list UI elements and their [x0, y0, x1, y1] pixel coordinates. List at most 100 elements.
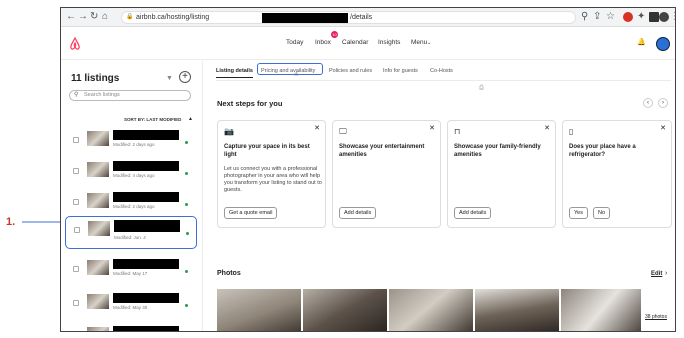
url-suffix: /details — [350, 14, 373, 21]
lock-icon: 🔒 — [126, 14, 134, 20]
photo-thumbnail[interactable] — [389, 289, 473, 331]
photos-title: Photos — [217, 270, 241, 277]
browser-menu-icon[interactable]: ⋮ — [670, 11, 675, 23]
yes-button[interactable]: Yes — [569, 207, 588, 219]
tab-co-hosts[interactable]: Co-Hosts — [430, 68, 453, 74]
listing-checkbox[interactable] — [73, 168, 79, 174]
crib-icon: ⊓ — [454, 127, 461, 136]
photo-thumbnail[interactable] — [303, 289, 387, 331]
nav-today[interactable]: Today — [286, 39, 303, 46]
listing-thumbnail — [87, 162, 109, 177]
fridge-icon: ▯ — [569, 127, 574, 136]
photo-thumbnail[interactable] — [475, 289, 559, 331]
listing-checkbox[interactable] — [73, 137, 79, 143]
nav-insights[interactable]: Insights — [378, 39, 400, 46]
forward-icon[interactable]: → — [78, 11, 88, 23]
get-quote-email-button[interactable]: Get a quote email — [224, 207, 278, 219]
site-header: Today Inbox 10 Calendar Insights Menu ⌄ … — [61, 28, 675, 60]
add-details-button[interactable]: Add details — [454, 207, 492, 219]
listing-row-selected[interactable]: Modified: Jun. 4 — [65, 216, 197, 249]
close-icon[interactable]: ✕ — [314, 124, 320, 132]
tab-listing-details[interactable]: Listing details — [216, 68, 253, 78]
card-title: Showcase your family-friendly amenities — [454, 144, 541, 158]
photos-edit-link[interactable]: Edit — [651, 271, 662, 277]
filter-icon[interactable]: ▼ — [166, 75, 173, 82]
card-title: Does your place have a refrigerator? — [569, 144, 636, 158]
card-title: Capture your space in its best light — [224, 144, 310, 158]
address-bar[interactable]: 🔒 airbnb.ca/hosting/listing /details — [121, 11, 576, 24]
profile-icon[interactable] — [659, 12, 669, 22]
add-listing-button[interactable]: + — [179, 71, 191, 83]
tab-policies-rules[interactable]: Policies and rules — [329, 68, 372, 74]
nav-inbox[interactable]: Inbox — [315, 39, 331, 46]
next-step-card: 📷 ✕ Capture your space in its best light… — [217, 120, 326, 228]
listing-checkbox[interactable] — [74, 227, 80, 233]
listing-name-redaction — [113, 326, 179, 331]
listing-name-redaction — [113, 293, 179, 303]
next-step-card: ▯ ✕ Does your place have a refrigerator?… — [562, 120, 672, 228]
listing-row[interactable]: Modified: 4 days ago — [65, 158, 197, 186]
listing-row[interactable]: Modified: May 17 — [65, 256, 197, 284]
photo-thumbnail[interactable] — [561, 289, 641, 331]
prev-arrow-button[interactable]: ‹ — [643, 98, 653, 108]
listing-row[interactable]: Modified: May 30 — [65, 290, 197, 318]
search-icon: ⚲ — [74, 92, 79, 98]
camera-rotate-icon: ⎙ — [479, 85, 484, 91]
sort-arrow-icon[interactable]: ▲ — [188, 116, 193, 122]
listing-row[interactable]: Modified: 2 days ago — [65, 189, 197, 217]
listing-checkbox[interactable] — [73, 199, 79, 205]
listing-name-redaction — [114, 220, 180, 232]
airbnb-logo-icon[interactable] — [69, 37, 81, 50]
card-title: Showcase your entertainment amenities — [339, 144, 425, 158]
next-step-card: ⊓ ✕ Showcase your family-friendly amenit… — [447, 120, 556, 228]
back-icon[interactable]: ← — [66, 11, 76, 23]
listing-checkbox[interactable] — [73, 266, 79, 272]
listing-status-dot — [185, 172, 188, 175]
listings-count-title: 11 listings — [71, 73, 120, 84]
avatar[interactable] — [656, 37, 670, 51]
listing-thumbnail — [87, 260, 109, 275]
zoom-icon[interactable]: ⚲ — [581, 11, 588, 23]
pricing-tab-highlight — [257, 63, 323, 75]
extension-red-icon[interactable] — [623, 12, 633, 22]
add-details-button[interactable]: Add details — [339, 207, 377, 219]
nav-calendar[interactable]: Calendar — [342, 39, 368, 46]
url-redaction — [262, 13, 348, 23]
listing-row[interactable] — [65, 323, 197, 331]
sort-by-label[interactable]: SORT BY: LAST MODIFIED — [124, 117, 181, 122]
photo-thumbnail[interactable] — [217, 289, 301, 331]
listing-row[interactable]: Modified: 2 days ago — [65, 127, 197, 155]
listing-status-dot — [185, 304, 188, 307]
listings-sidebar: 11 listings ▼ + ⚲ Search listings SORT B… — [61, 61, 203, 331]
listing-modified: Modified: 2 days ago — [113, 204, 155, 209]
notification-bell-icon[interactable]: 🔔 — [637, 38, 646, 46]
listing-name-redaction — [113, 192, 179, 202]
reload-icon[interactable]: ↻ — [90, 11, 98, 23]
chevron-down-icon[interactable]: ⌄ — [427, 40, 431, 46]
nav-menu[interactable]: Menu — [411, 39, 427, 46]
extensions-puzzle-icon[interactable]: ✦ — [637, 11, 645, 23]
next-steps-title: Next steps for you — [217, 99, 283, 108]
tv-icon: 🖵 — [339, 127, 347, 136]
sidebar-icon[interactable] — [649, 12, 659, 22]
listing-thumbnail — [87, 327, 109, 331]
next-arrow-button[interactable]: › — [658, 98, 668, 108]
listing-thumbnail — [88, 221, 110, 236]
close-icon[interactable]: ✕ — [429, 124, 435, 132]
listing-status-dot — [185, 270, 188, 273]
no-button[interactable]: No — [593, 207, 611, 219]
chevron-right-icon[interactable]: › — [665, 270, 667, 277]
share-icon[interactable]: ⇪ — [593, 11, 601, 23]
browser-window: ← → ↻ ⌂ 🔒 airbnb.ca/hosting/listing /det… — [60, 7, 676, 332]
listing-thumbnail — [87, 294, 109, 309]
search-input[interactable]: ⚲ Search listings — [69, 90, 191, 101]
close-icon[interactable]: ✕ — [544, 124, 550, 132]
listing-checkbox[interactable] — [73, 300, 79, 306]
bookmark-star-icon[interactable]: ☆ — [606, 11, 615, 23]
close-icon[interactable]: ✕ — [660, 124, 666, 132]
photo-count-link[interactable]: 38 photos — [645, 314, 667, 320]
tab-info-for-guests[interactable]: Info for guests — [383, 68, 418, 74]
url-prefix: airbnb.ca/hosting/listing — [136, 14, 210, 21]
listing-status-dot — [185, 141, 188, 144]
home-icon[interactable]: ⌂ — [102, 11, 108, 23]
